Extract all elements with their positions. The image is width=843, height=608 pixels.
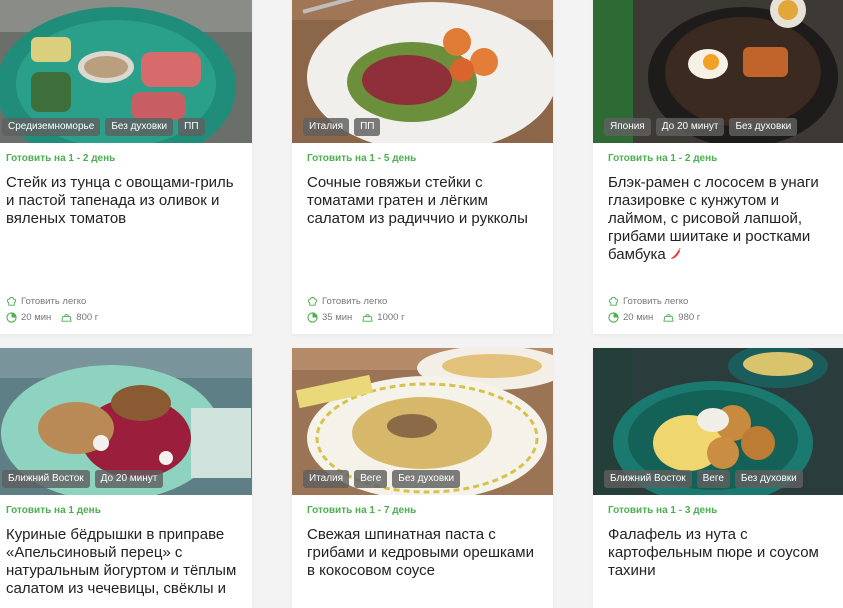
cook-time: 35 мин — [322, 312, 353, 323]
tag[interactable]: Веге — [696, 470, 730, 488]
tag[interactable]: Без духовки — [734, 470, 803, 488]
tag[interactable]: Ближний Восток — [2, 470, 90, 488]
difficulty-label: Готовить легко — [21, 296, 87, 307]
recipe-card[interactable]: Ближний Восток Веге Без духовки Готовить… — [593, 348, 843, 608]
tag[interactable]: Италия — [303, 470, 350, 488]
weight-icon — [61, 314, 72, 322]
tag-list: Италия Веге Без духовки — [303, 470, 461, 488]
recipe-photo[interactable]: Япония До 20 минут Без духовки — [593, 0, 843, 143]
tag[interactable]: Япония — [604, 118, 651, 136]
cook-when-label: Готовить на 1 день — [6, 505, 101, 516]
chef-hat-icon — [307, 297, 318, 306]
clock-icon — [307, 312, 318, 323]
recipe-meta: Готовить легко 20 мин 800 г — [6, 291, 104, 323]
tag[interactable]: До 20 минут — [655, 118, 725, 136]
recipe-title-text: Блэк-рамен с лососем в унаги глазировке … — [608, 174, 819, 263]
recipe-photo[interactable]: Средиземноморье Без духовки ПП — [0, 0, 252, 143]
tag-list: Ближний Восток До 20 минут — [2, 470, 164, 488]
cook-when-label: Готовить на 1 - 2 день — [6, 153, 116, 164]
tag[interactable]: Без духовки — [105, 118, 174, 136]
cook-time: 20 мин — [623, 312, 654, 323]
portion-weight: 1000 г — [377, 312, 405, 323]
recipe-title[interactable]: Куриные бёдрышки в приправе «Апельсиновы… — [6, 526, 238, 598]
cook-time: 20 мин — [21, 312, 52, 323]
tag[interactable]: Италия — [303, 118, 350, 136]
tag[interactable]: Веге — [354, 470, 388, 488]
chef-hat-icon — [6, 297, 17, 306]
recipe-title[interactable]: Блэк-рамен с лососем в унаги глазировке … — [608, 174, 840, 264]
cook-when-label: Готовить на 1 - 7 день — [307, 505, 417, 516]
tag-list: Средиземноморье Без духовки ПП — [2, 118, 205, 136]
recipe-meta: Готовить легко 20 мин 980 г — [608, 291, 706, 323]
chili-pepper-icon — [670, 248, 681, 259]
tag[interactable]: Средиземноморье — [2, 118, 101, 136]
recipe-photo[interactable]: Италия ПП — [292, 0, 553, 143]
recipe-card[interactable]: Италия ПП Готовить на 1 - 5 день Сочные … — [292, 0, 553, 334]
tag[interactable]: ПП — [178, 118, 205, 136]
recipe-meta: Готовить легко 35 мин 1000 г — [307, 291, 411, 323]
weight-icon — [362, 314, 373, 322]
recipe-title[interactable]: Сочные говяжьи стейки с томатами гратен … — [307, 174, 539, 228]
recipe-title[interactable]: Фалафель из нута с картофельным пюре и с… — [608, 526, 840, 580]
portion-weight: 980 г — [678, 312, 701, 323]
difficulty-label: Готовить легко — [322, 296, 388, 307]
portion-weight: 800 г — [76, 312, 99, 323]
chef-hat-icon — [608, 297, 619, 306]
cook-when-label: Готовить на 1 - 5 день — [307, 153, 417, 164]
recipe-card[interactable]: Средиземноморье Без духовки ПП Готовить … — [0, 0, 252, 334]
tag[interactable]: Без духовки — [729, 118, 798, 136]
tag-list: Италия ПП — [303, 118, 381, 136]
recipe-title[interactable]: Свежая шпинатная паста с грибами и кедро… — [307, 526, 539, 580]
recipe-card[interactable]: Япония До 20 минут Без духовки Готовить … — [593, 0, 843, 334]
tag-list: Ближний Восток Веге Без духовки — [604, 470, 803, 488]
recipe-card[interactable]: Италия Веге Без духовки Готовить на 1 - … — [292, 348, 553, 608]
recipe-title[interactable]: Стейк из тунца с овощами-гриль и пастой … — [6, 174, 238, 228]
recipe-photo[interactable]: Ближний Восток До 20 минут — [0, 348, 252, 495]
tag[interactable]: Ближний Восток — [604, 470, 692, 488]
tag[interactable]: ПП — [354, 118, 381, 136]
cook-when-label: Готовить на 1 - 2 день — [608, 153, 718, 164]
tag[interactable]: До 20 минут — [94, 470, 164, 488]
weight-icon — [663, 314, 674, 322]
cook-when-label: Готовить на 1 - 3 день — [608, 505, 718, 516]
tag-list: Япония До 20 минут Без духовки — [604, 118, 798, 136]
clock-icon — [6, 312, 17, 323]
recipe-card[interactable]: Ближний Восток До 20 минут Готовить на 1… — [0, 348, 252, 608]
clock-icon — [608, 312, 619, 323]
difficulty-label: Готовить легко — [623, 296, 689, 307]
tag[interactable]: Без духовки — [392, 470, 461, 488]
recipe-photo[interactable]: Ближний Восток Веге Без духовки — [593, 348, 843, 495]
recipe-photo[interactable]: Италия Веге Без духовки — [292, 348, 553, 495]
